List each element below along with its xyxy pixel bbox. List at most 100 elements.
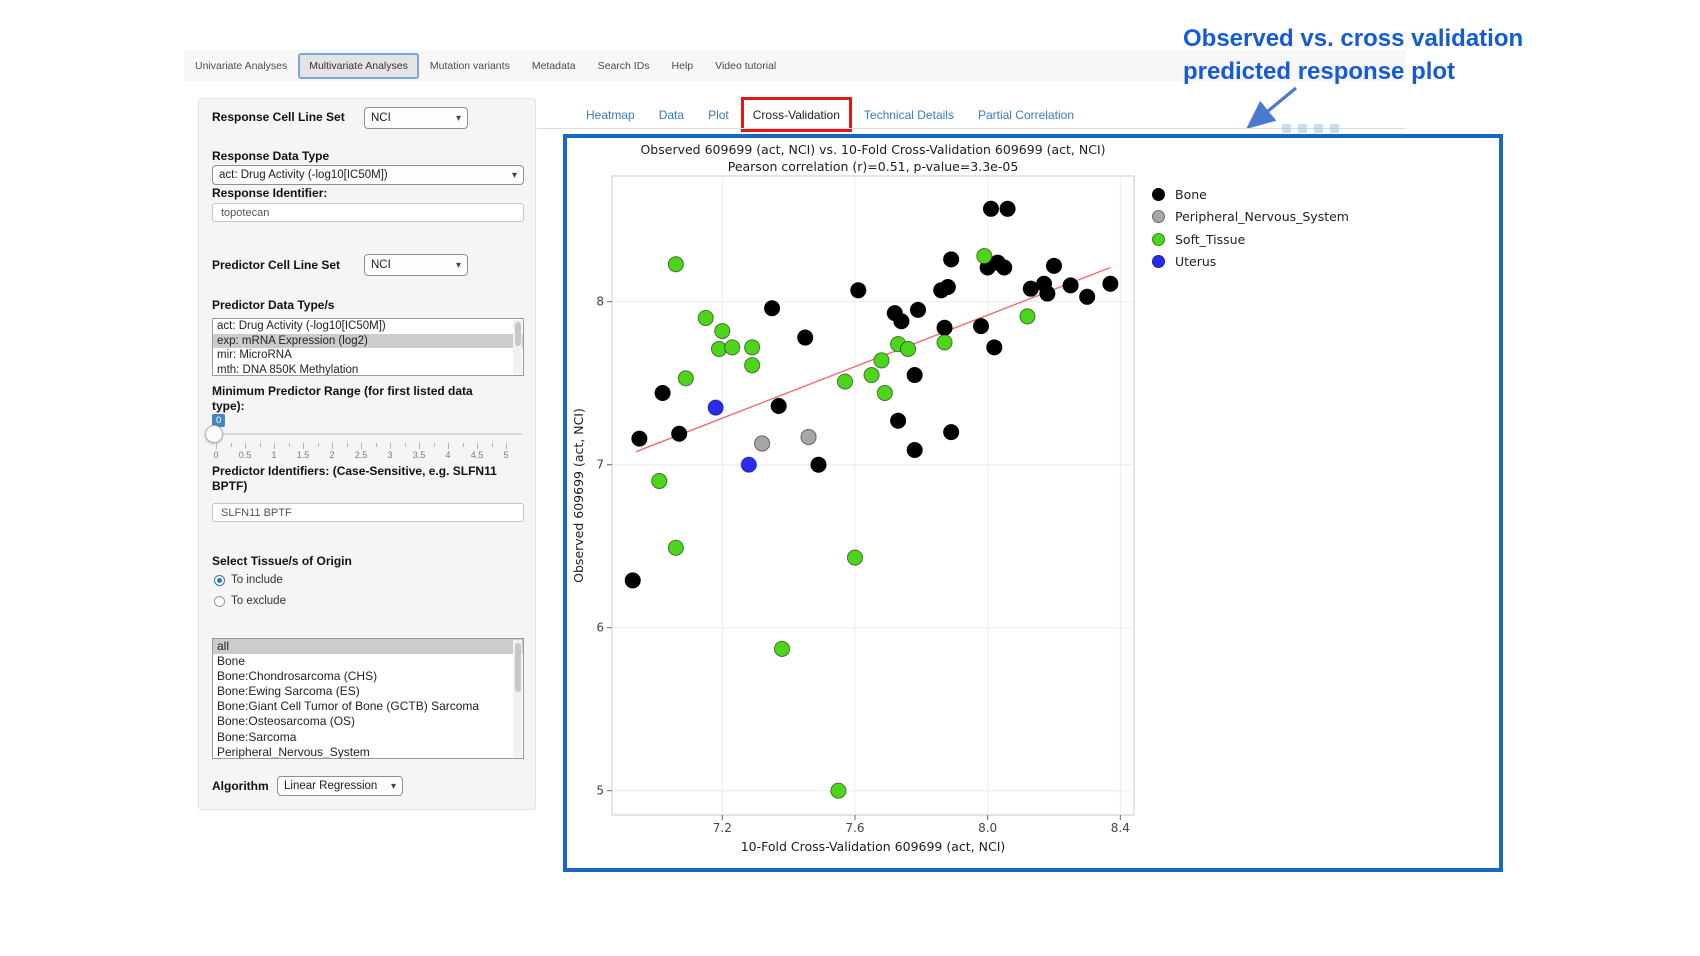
- tissue-option-all[interactable]: all: [213, 639, 523, 654]
- tissue-option-bone[interactable]: Bone: [213, 654, 523, 669]
- slider-tick-label: 4: [445, 450, 450, 460]
- predictor-cell-line-set-select[interactable]: NCI: [364, 254, 468, 276]
- svg-text:6: 6: [596, 621, 604, 635]
- svg-text:8.0: 8.0: [978, 821, 997, 835]
- response-data-type-select[interactable]: act: Drug Activity (-log10[IC50M]): [212, 165, 524, 185]
- response-cell-line-set-select[interactable]: NCI: [364, 107, 468, 129]
- chevron-down-icon: [512, 169, 517, 181]
- camera-icon[interactable]: [1282, 124, 1291, 133]
- legend-label: Soft_Tissue: [1175, 232, 1245, 247]
- chart-legend: Bone Peripheral_Nervous_System Soft_Tissue…: [1152, 183, 1349, 273]
- slider-track[interactable]: [212, 433, 522, 435]
- predictor-data-types-listbox: act: Drug Activity (-log10[IC50M])exp: m…: [212, 318, 524, 376]
- tissue-option-bone-osteosarcoma-os[interactable]: Bone:Osteosarcoma (OS): [213, 714, 523, 729]
- tissue-option-bone-ewing-sarcoma-es[interactable]: Bone:Ewing Sarcoma (ES): [213, 684, 523, 699]
- legend-marker-icon: [1152, 255, 1165, 268]
- tissue-option-bone-giant-cell-tumor-of-bone-gctb-sarcoma[interactable]: Bone:Giant Cell Tumor of Bone (GCTB) Sar…: [213, 699, 523, 714]
- slider-tick: [347, 443, 348, 447]
- tab-plot[interactable]: Plot: [708, 108, 729, 122]
- chevron-down-icon: [456, 259, 461, 271]
- tab-technical-details[interactable]: Technical Details: [864, 108, 954, 122]
- app-page: { "colors": { "container_border_blue": "…: [0, 0, 1700, 956]
- tissue-option-peripheral-nervous-system[interactable]: Peripheral_Nervous_System: [213, 745, 523, 759]
- nav-tab-mutation-variants[interactable]: Mutation variants: [419, 60, 521, 72]
- slider-tick-label: 0: [213, 450, 218, 460]
- slider-tick: [361, 443, 362, 449]
- pan-icon[interactable]: [1314, 124, 1323, 133]
- response-identifier-label: Response Identifier:: [212, 186, 327, 201]
- tab-data[interactable]: Data: [659, 108, 684, 122]
- slider-tick-label: 1: [271, 450, 276, 460]
- predictor-data-types-label: Predictor Data Type/s: [212, 298, 334, 313]
- annotation-line-2: predicted response plot: [1183, 55, 1523, 88]
- predictor-type-option-mir-microrna[interactable]: mir: MicroRNA: [213, 348, 523, 363]
- tab-partial-correlation[interactable]: Partial Correlation: [978, 108, 1074, 122]
- legend-item-soft-tissue[interactable]: Soft_Tissue: [1152, 228, 1349, 251]
- legend-label: Peripheral_Nervous_System: [1175, 209, 1349, 224]
- zoom-icon[interactable]: [1298, 124, 1307, 133]
- slider-tick: [216, 443, 217, 449]
- chevron-down-icon: [391, 780, 396, 792]
- algorithm-select[interactable]: Linear Regression: [277, 776, 403, 796]
- radio-to-exclude[interactable]: To exclude: [214, 595, 286, 607]
- svg-text:8.4: 8.4: [1111, 821, 1130, 835]
- radio-to-include[interactable]: To include: [214, 574, 283, 586]
- tab-cross-validation[interactable]: Cross-Validation: [753, 108, 840, 122]
- legend-label: Bone: [1175, 187, 1207, 202]
- response-cell-line-set-value: NCI: [371, 112, 391, 124]
- predictor-type-option-act-drug-activity-log10-ic50m[interactable]: act: Drug Activity (-log10[IC50M]): [213, 319, 523, 334]
- predictor-type-option-exp-mrna-expression-log2[interactable]: exp: mRNA Expression (log2): [213, 334, 523, 349]
- min-predictor-range-label: Minimum Predictor Range (for first liste…: [212, 384, 504, 414]
- legend-item-peripheral-nervous-system[interactable]: Peripheral_Nervous_System: [1152, 206, 1349, 229]
- nav-tab-multivariate-analyses[interactable]: Multivariate Analyses: [298, 53, 419, 79]
- legend-marker-icon: [1152, 188, 1165, 201]
- response-identifier-input[interactable]: [212, 203, 524, 222]
- radio-selected-icon: [214, 575, 225, 586]
- autoscale-icon[interactable]: [1330, 124, 1339, 133]
- radio-to-include-label: To include: [231, 574, 283, 586]
- slider-tick-label: 3.5: [413, 450, 426, 460]
- response-cell-line-set-label: Response Cell Line Set: [212, 110, 345, 125]
- slider-tick: [303, 443, 304, 449]
- chart-title: Observed 609699 (act, NCI) vs. 10-Fold C…: [640, 142, 1105, 157]
- legend-item-bone[interactable]: Bone: [1152, 183, 1349, 206]
- slider-tick: [231, 443, 232, 447]
- cross-validation-scatter-chart: 7.27.68.08.4567810-Fold Cross-Validation…: [567, 168, 1187, 866]
- slider-tick: [318, 443, 319, 447]
- tab-heatmap[interactable]: Heatmap: [586, 108, 635, 122]
- nav-tab-help[interactable]: Help: [661, 60, 705, 72]
- slider-tick-label: 4.5: [471, 450, 484, 460]
- algorithm-value: Linear Regression: [284, 780, 377, 792]
- scrollbar[interactable]: [513, 640, 522, 757]
- slider-tick: [405, 443, 406, 447]
- nav-tab-video-tutorial[interactable]: Video tutorial: [704, 60, 787, 72]
- tissue-option-bone-sarcoma[interactable]: Bone:Sarcoma: [213, 730, 523, 745]
- legend-item-uterus[interactable]: Uterus: [1152, 251, 1349, 274]
- nav-tab-search-ids[interactable]: Search IDs: [587, 60, 661, 72]
- nav-tab-metadata[interactable]: Metadata: [521, 60, 587, 72]
- legend-marker-icon: [1152, 233, 1165, 246]
- tissue-option-bone-chondrosarcoma-chs[interactable]: Bone:Chondrosarcoma (CHS): [213, 669, 523, 684]
- nav-tab-univariate-analyses[interactable]: Univariate Analyses: [184, 60, 298, 72]
- predictor-cell-line-set-value: NCI: [371, 259, 391, 271]
- legend-label: Uterus: [1175, 254, 1216, 269]
- slider-tick-label: 1.5: [297, 450, 310, 460]
- slider-handle[interactable]: [205, 425, 223, 443]
- slider-scale: 00.511.522.533.544.55: [216, 443, 506, 461]
- svg-text:Observed 609699 (act, NCI): Observed 609699 (act, NCI): [571, 408, 586, 583]
- result-tabs: Heatmap Data Plot Cross-Validation Technical…: [586, 106, 1074, 124]
- tissue-origin-listbox: allBoneBone:Chondrosarcoma (CHS)Bone:Ewi…: [212, 638, 524, 759]
- slider-tick-label: 5: [503, 450, 508, 460]
- slider-tick-label: 2: [329, 450, 334, 460]
- slider-tick-label: 0.5: [239, 450, 252, 460]
- predictor-type-option-mth-dna-850k-methylation[interactable]: mth: DNA 850K Methylation: [213, 363, 523, 377]
- predictor-identifiers-input[interactable]: [212, 503, 524, 522]
- scrollbar[interactable]: [513, 320, 522, 374]
- slider-tick: [274, 443, 275, 449]
- tabs-divider: [537, 128, 1405, 129]
- plotly-modebar-icons[interactable]: [1282, 124, 1339, 133]
- slider-tick: [260, 443, 261, 447]
- slider-tick-label: 3: [387, 450, 392, 460]
- tissue-origin-label: Select Tissue/s of Origin: [212, 554, 352, 569]
- annotation-line-1: Observed vs. cross validation: [1183, 22, 1523, 55]
